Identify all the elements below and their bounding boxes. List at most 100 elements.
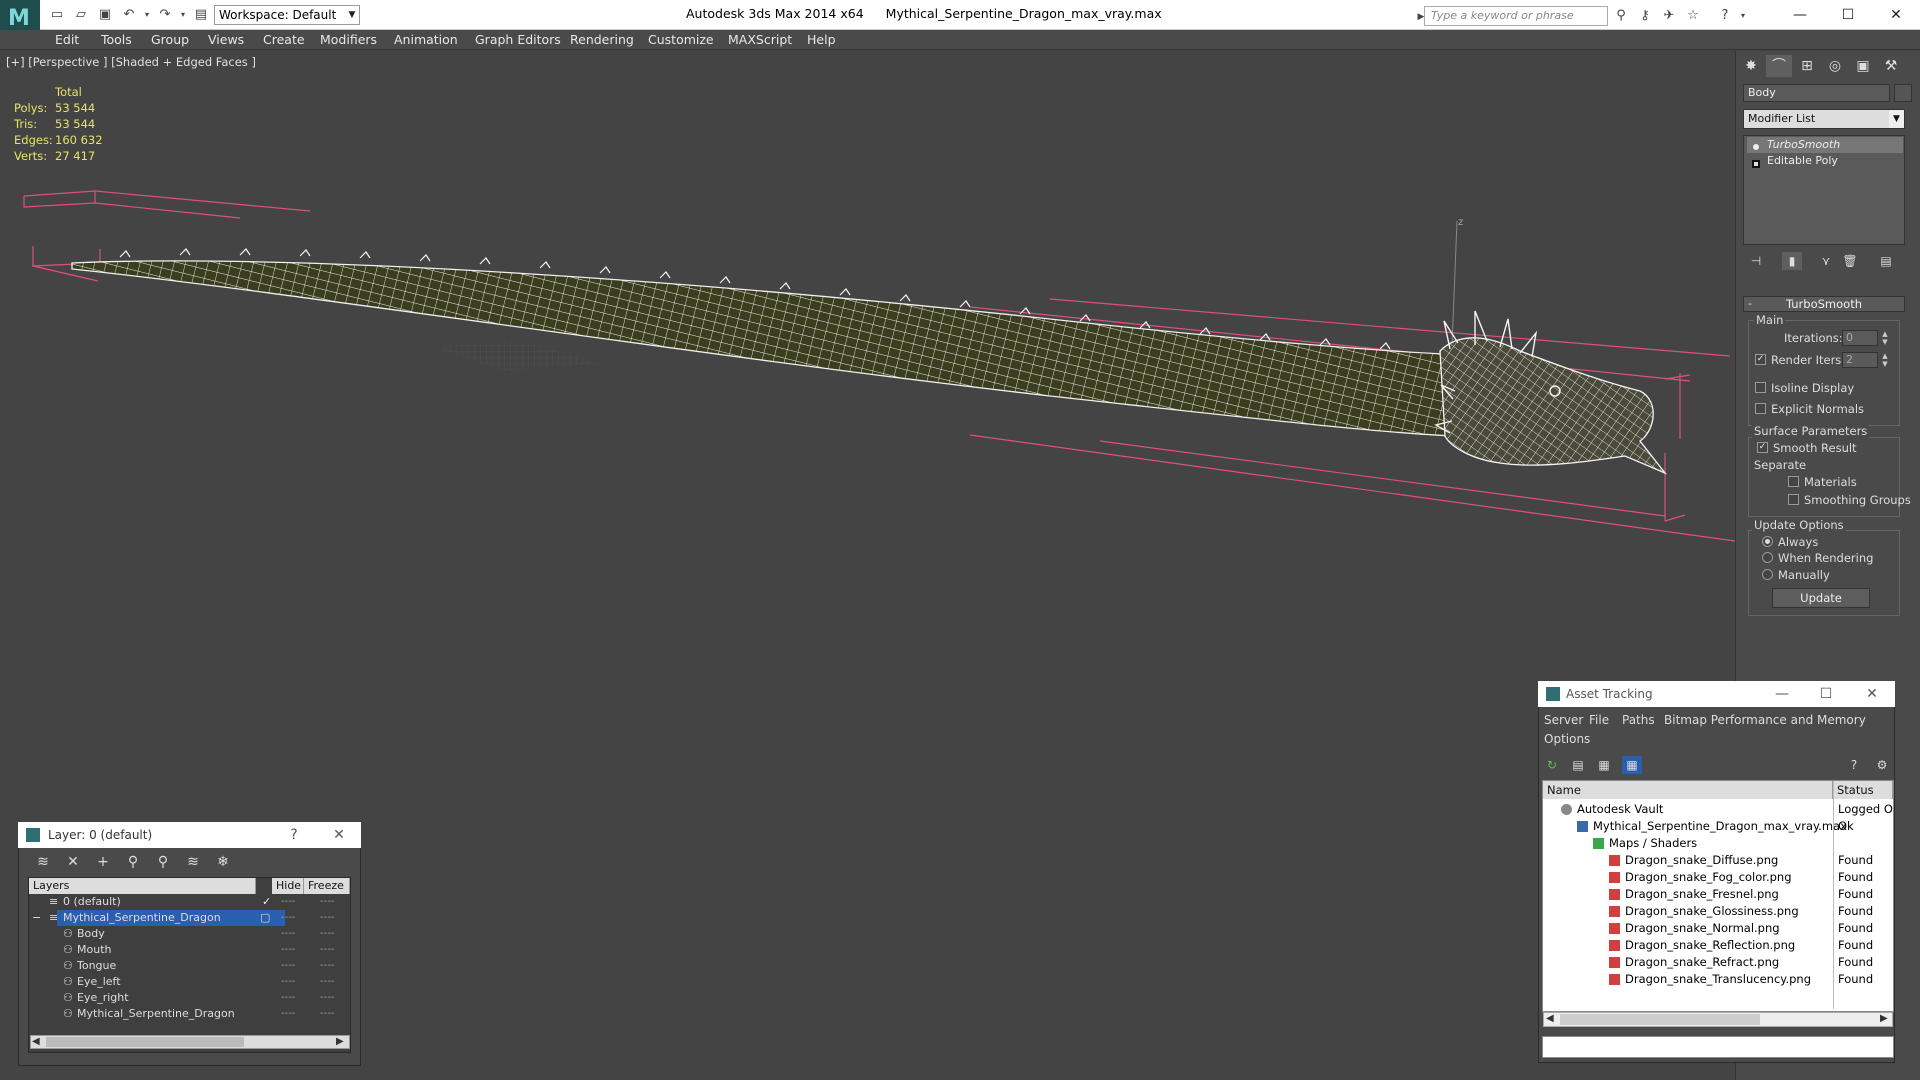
show-end-result-icon[interactable]: ▮ xyxy=(1782,252,1802,270)
asset-row[interactable]: Dragon_snake_Translucency.png Found xyxy=(1543,971,1893,988)
layer-row[interactable]: ⚇ Eye_left ---- ---- xyxy=(29,974,350,990)
remove-modifier-icon[interactable]: 🗑 xyxy=(1840,252,1860,270)
hide-toggle[interactable]: ---- xyxy=(281,990,295,1006)
freeze-toggle[interactable]: ---- xyxy=(320,910,334,926)
layer-scroll-thumb[interactable] xyxy=(46,1037,244,1047)
layer-row[interactable]: ⚇ Eye_right ---- ---- xyxy=(29,990,350,1006)
menu-animation[interactable]: Animation xyxy=(394,32,458,47)
always-radio[interactable] xyxy=(1762,536,1773,547)
freeze-all-icon[interactable]: ❄ xyxy=(212,852,234,872)
utilities-tab-icon[interactable]: ⚒ xyxy=(1878,55,1904,77)
motion-tab-icon[interactable]: ◎ xyxy=(1822,55,1848,77)
chevron-down-icon[interactable]: ▼ xyxy=(1889,110,1904,128)
turbosmooth-rollout-header[interactable]: TurboSmooth xyxy=(1743,296,1905,312)
column-status[interactable]: Status xyxy=(1833,781,1893,799)
select-objects-icon[interactable]: ⚲ xyxy=(122,852,144,872)
menu-customize[interactable]: Customize xyxy=(648,32,714,47)
layer-row[interactable]: ⚇ Mythical_Serpentine_Dragon ---- ---- xyxy=(29,1006,350,1022)
pin-stack-icon[interactable]: ⊣ xyxy=(1746,252,1766,270)
column-name[interactable]: Name xyxy=(1543,781,1833,799)
chevron-down-icon[interactable]: ▼ xyxy=(344,5,360,25)
hide-toggle[interactable]: ---- xyxy=(281,1006,295,1022)
hide-toggle[interactable]: ---- xyxy=(281,942,295,958)
asset-row[interactable]: Maps / Shaders xyxy=(1543,835,1893,852)
asset-menu-server[interactable]: Server xyxy=(1544,713,1583,727)
close-icon[interactable]: ✕ xyxy=(1862,685,1882,703)
asset-row[interactable]: Autodesk Vault Logged O xyxy=(1543,801,1893,818)
menu-maxscript[interactable]: MAXScript xyxy=(728,32,792,47)
menu-group[interactable]: Group xyxy=(151,32,189,47)
check-icon[interactable]: ✓ xyxy=(262,894,271,910)
new-file-icon[interactable]: ▭ xyxy=(48,6,66,24)
project-folder-icon[interactable]: ▤ xyxy=(192,6,210,24)
spinner-arrows-icon[interactable]: ▲ ▼ xyxy=(1880,330,1890,346)
save-icon[interactable]: ▣ xyxy=(96,6,114,24)
asset-row[interactable]: Dragon_snake_Reflection.png Found xyxy=(1543,937,1893,954)
materials-checkbox[interactable] xyxy=(1788,476,1799,487)
display-tab-icon[interactable]: ▣ xyxy=(1850,55,1876,77)
freeze-toggle[interactable]: ---- xyxy=(320,1006,334,1022)
configure-modifier-sets-icon[interactable]: ▤ xyxy=(1876,252,1896,270)
detail-view-icon[interactable]: ▦ xyxy=(1594,756,1614,774)
asset-menu-options[interactable]: Options xyxy=(1544,732,1590,746)
freeze-toggle[interactable]: ---- xyxy=(320,942,334,958)
undo-dropdown-icon[interactable]: ▾ xyxy=(138,6,156,24)
layer-row[interactable]: ≡ 0 (default) ✓ ---- ---- xyxy=(29,894,350,910)
column-freeze[interactable]: Freeze xyxy=(304,878,350,894)
menu-views[interactable]: Views xyxy=(208,32,244,47)
freeze-toggle[interactable]: ---- xyxy=(320,974,334,990)
scroll-left-icon[interactable]: ◀ xyxy=(32,1036,40,1047)
menu-modifiers[interactable]: Modifiers xyxy=(320,32,377,47)
layer-dialog-title[interactable]: Layer: 0 (default) xyxy=(18,822,361,848)
key-icon[interactable]: ⚷ xyxy=(1636,7,1654,25)
maximize-icon[interactable]: ☐ xyxy=(1828,4,1868,26)
explicit-normals-checkbox[interactable] xyxy=(1755,403,1766,414)
redo-icon[interactable]: ↷ xyxy=(156,6,174,24)
asset-row[interactable]: Dragon_snake_Fog_color.png Found xyxy=(1543,869,1893,886)
redo-dropdown-icon[interactable]: ▾ xyxy=(174,6,192,24)
stack-item-editable-poly[interactable]: Editable Poly xyxy=(1747,153,1903,169)
layer-row-selected[interactable]: − ≡ Mythical_Serpentine_Dragon ▢ ---- --… xyxy=(29,910,350,926)
hide-toggle[interactable]: ---- xyxy=(281,958,295,974)
asset-row[interactable]: Dragon_snake_Normal.png Found xyxy=(1543,920,1893,937)
modify-tab-icon[interactable]: ⌒ xyxy=(1766,55,1792,77)
dragon-model[interactable]: z xyxy=(0,51,1735,571)
column-hide[interactable]: Hide xyxy=(272,878,304,894)
freeze-toggle[interactable]: ---- xyxy=(320,894,334,910)
render-iters-checkbox[interactable]: ✓ xyxy=(1755,354,1766,365)
rollout-collapse-icon[interactable]: - xyxy=(1748,297,1752,310)
minimize-icon[interactable]: — xyxy=(1772,685,1792,703)
object-color-swatch[interactable] xyxy=(1894,84,1912,102)
make-unique-icon[interactable]: ⋎ xyxy=(1816,252,1836,270)
communication-icon[interactable]: ✈ xyxy=(1660,7,1678,25)
manually-radio[interactable] xyxy=(1762,569,1773,580)
object-name-field[interactable]: Body xyxy=(1743,84,1890,102)
open-file-icon[interactable]: ▱ xyxy=(72,6,90,24)
layer-row[interactable]: ⚇ Body ---- ---- xyxy=(29,926,350,942)
create-layer-icon[interactable]: ≋ xyxy=(32,852,54,872)
help-dropdown-icon[interactable]: ▾ xyxy=(1734,7,1752,25)
smoothing-groups-checkbox[interactable] xyxy=(1788,494,1799,505)
render-iters-spinner[interactable]: 2 xyxy=(1842,352,1878,368)
star-icon[interactable]: ☆ xyxy=(1684,7,1702,25)
menu-rendering[interactable]: Rendering xyxy=(570,32,634,47)
table-view-icon[interactable]: ▦ xyxy=(1622,756,1642,774)
asset-path-field[interactable] xyxy=(1542,1036,1894,1058)
asset-row[interactable]: Dragon_snake_Diffuse.png Found xyxy=(1543,852,1893,869)
asset-row[interactable]: Mythical_Serpentine_Dragon_max_vray.max … xyxy=(1543,818,1893,835)
menu-edit[interactable]: Edit xyxy=(55,32,79,47)
close-icon[interactable]: ✕ xyxy=(1876,4,1916,26)
close-icon[interactable]: ✕ xyxy=(329,826,349,844)
hide-toggle[interactable]: ---- xyxy=(281,894,295,910)
menu-help[interactable]: Help xyxy=(807,32,836,47)
workspace-dropdown[interactable]: Workspace: Default xyxy=(214,5,360,25)
smooth-result-checkbox[interactable]: ✓ xyxy=(1757,442,1768,453)
asset-menu-file[interactable]: File xyxy=(1589,713,1609,727)
update-button[interactable]: Update xyxy=(1772,588,1870,608)
menu-graph-editors[interactable]: Graph Editors xyxy=(475,32,561,47)
iterations-spinner[interactable]: 0 xyxy=(1842,330,1878,346)
highlight-layer-icon[interactable]: ⚲ xyxy=(152,852,174,872)
column-layers[interactable]: Layers xyxy=(29,878,256,894)
asset-help-icon[interactable]: ? xyxy=(1844,756,1864,774)
maximize-icon[interactable]: ☐ xyxy=(1816,685,1836,703)
